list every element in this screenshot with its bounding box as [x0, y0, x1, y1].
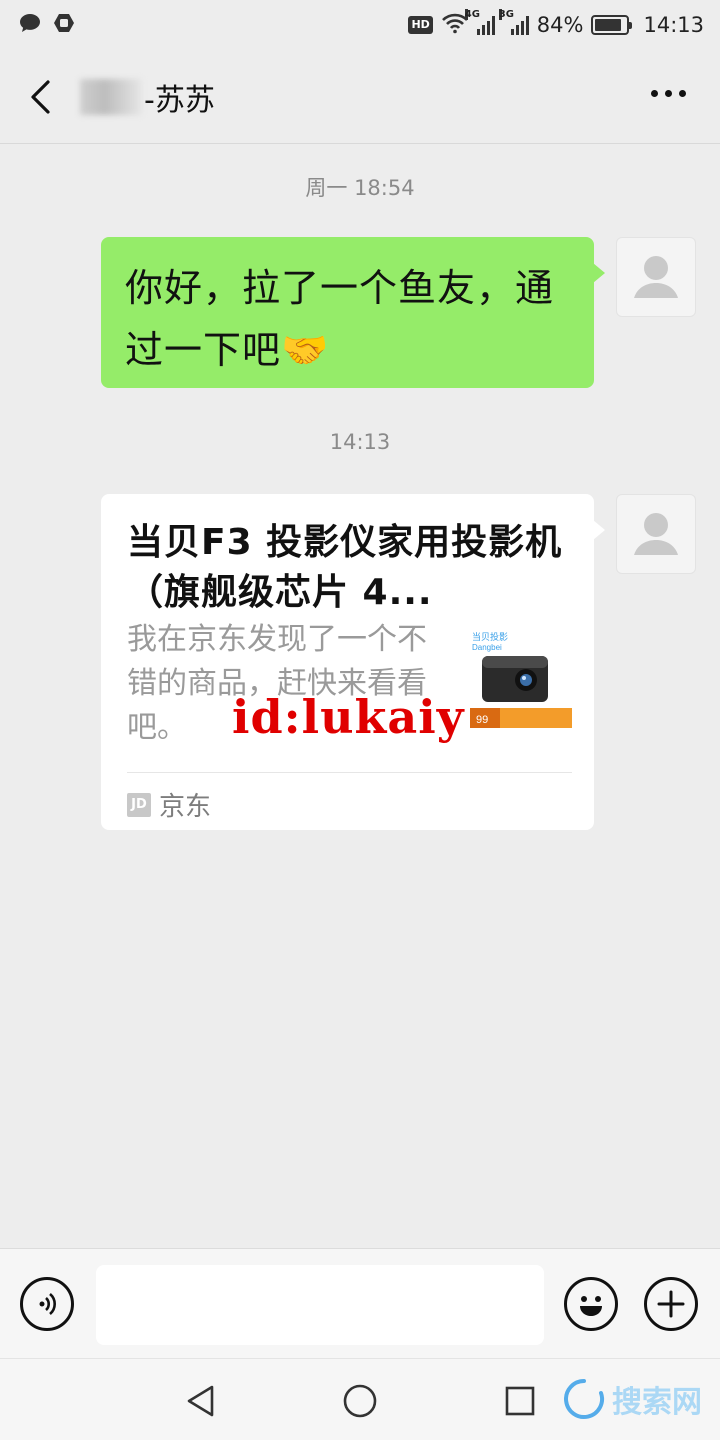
default-avatar-icon	[634, 256, 678, 298]
status-clock: 14:13	[643, 13, 704, 37]
battery-icon	[591, 15, 633, 35]
redacted-name-blur	[80, 78, 142, 115]
dot-icon	[665, 90, 672, 97]
contact-name[interactable]: -苏苏	[80, 75, 215, 119]
jd-logo-icon: JD	[127, 792, 151, 817]
status-bar: HD 4G 3G 84% 14:13	[0, 0, 720, 50]
watermark-text: id:lukaiy	[232, 690, 465, 744]
product-thumbnail: 当贝投影 Dangbei 99	[470, 628, 572, 732]
plus-icon	[657, 1290, 685, 1318]
thumb-brand-text: 当贝投影	[472, 631, 508, 642]
default-avatar-icon	[634, 513, 678, 555]
thumb-sub-text: Dangbei	[472, 643, 502, 652]
signal-4g-icon: 4G	[464, 9, 495, 35]
system-nav-bar: 搜索网	[0, 1358, 720, 1440]
sent-message-bubble[interactable]: 你好，拉了一个鱼友，通过一下吧🤝	[101, 237, 605, 388]
battery-fill	[595, 19, 621, 31]
site-logo-icon	[564, 1379, 605, 1419]
message-input[interactable]	[96, 1265, 544, 1345]
network-3g-label: 3G	[498, 9, 514, 20]
app-notification-icon	[52, 12, 76, 38]
bubble-tail	[593, 520, 605, 540]
card-source: JD 京东	[127, 786, 211, 823]
bubble-tail	[593, 263, 605, 283]
message-text: 你好，拉了一个鱼友，通过一下吧🤝	[125, 266, 555, 372]
nav-back-button[interactable]	[180, 1381, 220, 1421]
more-options-button[interactable]	[647, 82, 690, 105]
network-4g-label: 4G	[464, 9, 480, 20]
thumb-price: 99	[476, 714, 488, 726]
card-title: 当贝F3 投影仪家用投影机（旗舰级芯片 4...	[127, 522, 563, 613]
chat-screen: HD 4G 3G 84% 14:13 -苏苏 周一 18:54 你好，拉了一个鱼…	[0, 0, 720, 1440]
site-watermark-text: 搜索网	[612, 1385, 702, 1420]
self-avatar[interactable]	[616, 237, 696, 317]
card-source-label: 京东	[159, 792, 212, 822]
nav-recents-button[interactable]	[500, 1381, 540, 1421]
timestamp: 14:13	[329, 430, 391, 454]
contact-name-suffix: -苏苏	[144, 82, 215, 118]
shared-product-card[interactable]: 当贝F3 投影仪家用投影机（旗舰级芯片 4... 我在京东发现了一个不错的商品，…	[101, 494, 605, 830]
nav-home-button[interactable]	[340, 1381, 380, 1421]
site-watermark: 搜索网	[562, 1377, 702, 1421]
chevron-left-icon	[31, 79, 50, 114]
voice-icon	[39, 1293, 56, 1315]
self-avatar[interactable]	[616, 494, 696, 574]
voice-input-button[interactable]	[20, 1277, 74, 1331]
chat-notification-icon	[18, 12, 42, 38]
circle-home-icon	[343, 1384, 377, 1418]
triangle-back-icon	[187, 1385, 214, 1417]
input-bar	[0, 1248, 720, 1358]
emoji-button[interactable]	[564, 1277, 618, 1331]
more-functions-button[interactable]	[644, 1277, 698, 1331]
signal-3g-icon: 3G	[498, 9, 529, 35]
dot-icon	[651, 90, 658, 97]
dot-icon	[679, 90, 686, 97]
chat-header: -苏苏	[0, 50, 720, 144]
timestamp: 周一 18:54	[305, 176, 415, 200]
hd-badge: HD	[408, 16, 433, 34]
smiley-icon	[580, 1296, 602, 1316]
square-recents-icon	[505, 1386, 535, 1416]
battery-percent: 84%	[536, 13, 584, 37]
card-divider	[127, 772, 572, 773]
back-button[interactable]	[0, 50, 80, 144]
